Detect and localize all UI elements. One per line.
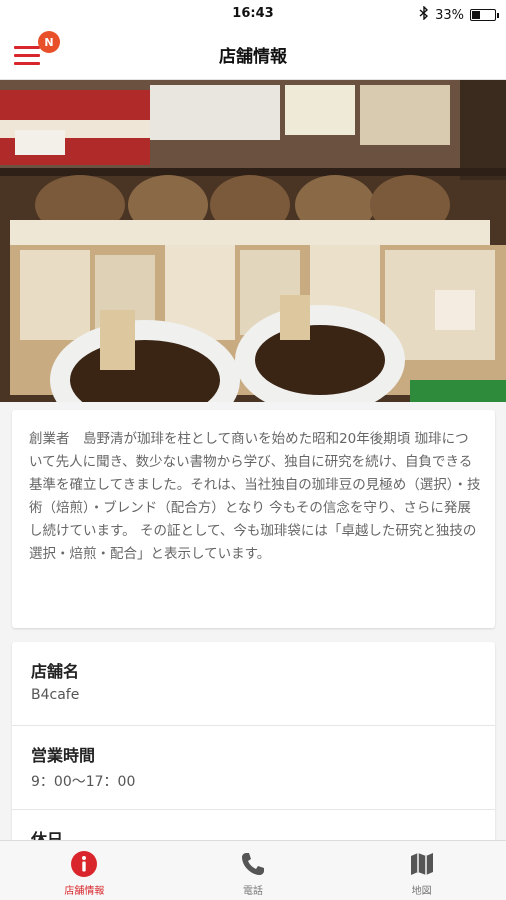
tab-label: 店舗情報	[64, 886, 105, 897]
info-icon	[69, 849, 99, 879]
phone-icon	[238, 849, 268, 879]
battery-icon	[470, 9, 499, 21]
tab-bar: 店舗情報 電話 地図	[0, 840, 506, 900]
info-label: 店舗名	[31, 662, 80, 681]
shop-info-card: 店舗名 B4cafe 営業時間 9：00～17：00 休日	[12, 642, 495, 852]
tab-shop-info[interactable]: 店舗情報	[0, 841, 169, 900]
shop-photo	[0, 80, 506, 402]
tab-label: 地図	[411, 886, 432, 897]
nav-bar: N 店舗情報	[0, 28, 506, 80]
status-right: 33%	[419, 5, 499, 24]
info-value: 9：00～17：00	[31, 774, 136, 790]
map-icon	[407, 849, 437, 879]
tab-label: 電話	[243, 886, 263, 897]
status-bar: 16:43 33%	[0, 0, 506, 28]
shop-description: 創業者 島野清が珈琲を柱として商いを始めた昭和20年後期頃 珈琲について先人に聞…	[29, 431, 481, 562]
battery-percent: 33%	[435, 7, 464, 23]
info-row-business-hours: 営業時間 9：00～17：00	[12, 726, 495, 810]
description-card: 創業者 島野清が珈琲を柱として商いを始めた昭和20年後期頃 珈琲について先人に聞…	[12, 410, 495, 628]
tab-phone[interactable]: 電話	[169, 841, 338, 900]
page-title: 店舗情報	[219, 47, 287, 67]
info-label: 営業時間	[31, 746, 96, 765]
info-value: B4cafe	[31, 687, 80, 703]
info-row-shop-name: 店舗名 B4cafe	[12, 642, 495, 726]
bluetooth-icon	[419, 5, 429, 24]
tab-map[interactable]: 地図	[337, 841, 506, 900]
battery-fill	[472, 11, 480, 19]
